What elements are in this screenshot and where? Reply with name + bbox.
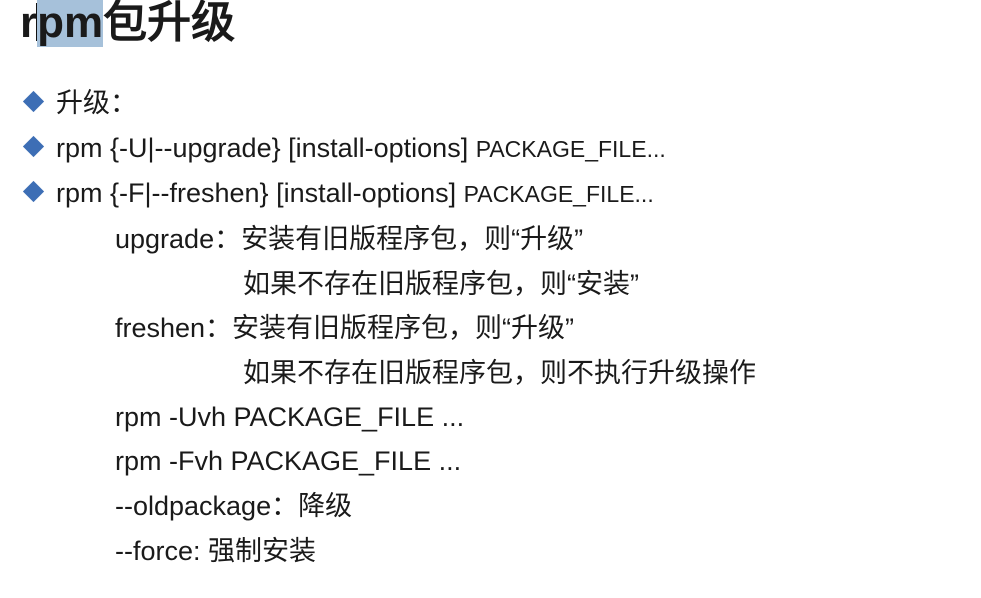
title-text-end: 包升级 xyxy=(103,0,236,47)
oldpackage-option: --oldpackage：降级 xyxy=(115,491,353,521)
bullet-item-rpm-freshen: rpm {-F|--freshen} [install-options] PAC… xyxy=(20,176,654,211)
bullet-package-file: PACKAGE_FILE... xyxy=(475,136,666,162)
diamond-bullet-icon xyxy=(22,135,45,158)
bullet-item-upgrade: 升级： xyxy=(20,86,137,120)
bullet-text: rpm {-F|--freshen} [install-options] xyxy=(56,178,464,208)
bullet-package-file: PACKAGE_FILE... xyxy=(463,181,654,207)
title-text-start: r xyxy=(20,0,38,47)
title-selected-text[interactable]: pm xyxy=(37,0,104,47)
bullet-text: rpm {-U|--upgrade} [install-options] xyxy=(56,133,476,163)
freshen-description-cont: 如果不存在旧版程序包，则不执行升级操作 xyxy=(243,358,756,388)
bullet-text: 升级： xyxy=(56,88,137,118)
upgrade-description-cont: 如果不存在旧版程序包，则“安装” xyxy=(243,269,639,299)
force-option: --force: 强制安装 xyxy=(115,536,317,566)
slide: rpm包升级 升级： rpm {-U|--upgrade} [install-o… xyxy=(0,0,981,598)
diamond-bullet-icon xyxy=(22,180,45,203)
rpm-uvh-command: rpm -Uvh PACKAGE_FILE ... xyxy=(115,402,465,432)
slide-title: rpm包升级 xyxy=(20,0,236,47)
diamond-bullet-icon xyxy=(22,90,45,113)
bullet-item-rpm-upgrade: rpm {-U|--upgrade} [install-options] PAC… xyxy=(20,131,666,166)
upgrade-description: upgrade：安装有旧版程序包，则“升级” xyxy=(115,224,584,254)
freshen-description: freshen：安装有旧版程序包，则“升级” xyxy=(115,313,575,343)
rpm-fvh-command: rpm -Fvh PACKAGE_FILE ... xyxy=(115,446,462,476)
